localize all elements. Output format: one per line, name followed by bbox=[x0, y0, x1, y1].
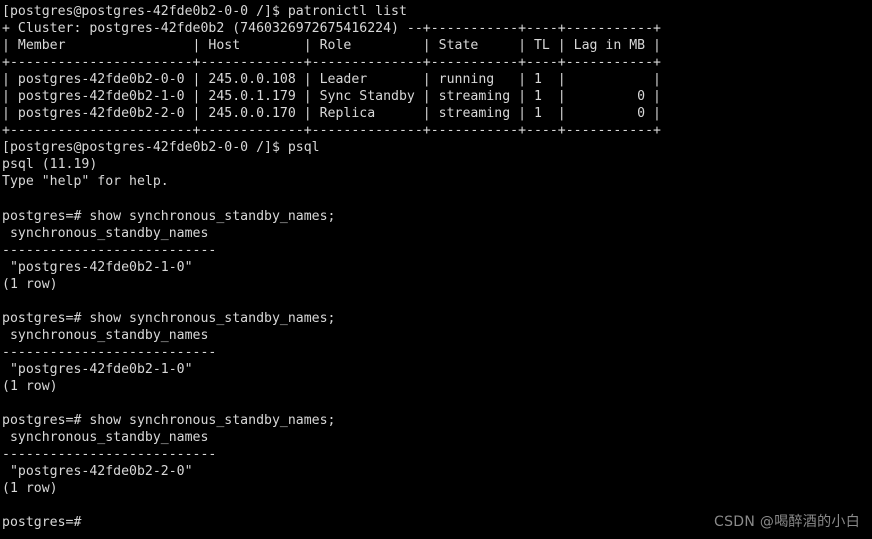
terminal-line: synchronous_standby_names bbox=[2, 327, 209, 343]
terminal-line: psql (11.19) bbox=[2, 157, 98, 173]
terminal-line: postgres=# show synchronous_standby_name… bbox=[2, 413, 336, 429]
terminal-line: (1 row) bbox=[2, 276, 58, 292]
terminal-line: | postgres-42fde0b2-0-0 | 245.0.0.108 | … bbox=[2, 72, 661, 88]
terminal-line: "postgres-42fde0b2-1-0" bbox=[2, 361, 193, 377]
terminal-line: --------------------------- bbox=[2, 447, 217, 463]
terminal-line: [postgres@postgres-42fde0b2-0-0 /]$ patr… bbox=[2, 4, 407, 19]
terminal-line: | postgres-42fde0b2-2-0 | 245.0.0.170 | … bbox=[2, 106, 661, 122]
terminal-line: "postgres-42fde0b2-1-0" bbox=[2, 259, 193, 275]
terminal-line: Type "help" for help. bbox=[2, 174, 169, 190]
terminal-line: (1 row) bbox=[2, 481, 58, 497]
terminal-line: "postgres-42fde0b2-2-0" bbox=[2, 464, 193, 480]
terminal-line: synchronous_standby_names bbox=[2, 430, 209, 446]
terminal-line: postgres=# bbox=[2, 515, 82, 531]
terminal-line: +-----------------------+-------------+-… bbox=[2, 123, 661, 139]
terminal-line: + Cluster: postgres-42fde0b2 (7460326972… bbox=[2, 21, 661, 37]
terminal-line: | Member | Host | Role | State | TL | La… bbox=[2, 38, 661, 54]
terminal-line: --------------------------- bbox=[2, 242, 217, 258]
terminal-line: [postgres@postgres-42fde0b2-0-0 /]$ psql bbox=[2, 140, 320, 156]
terminal-line: (1 row) bbox=[2, 379, 58, 395]
terminal-line: | postgres-42fde0b2-1-0 | 245.0.1.179 | … bbox=[2, 89, 661, 105]
terminal-line: postgres=# show synchronous_standby_name… bbox=[2, 208, 336, 224]
terminal-line: synchronous_standby_names bbox=[2, 225, 209, 241]
terminal-line: +-----------------------+-------------+-… bbox=[2, 55, 661, 71]
terminal-output[interactable]: [postgres@postgres-42fde0b2-0-0 /]$ patr… bbox=[0, 0, 872, 539]
terminal-line: --------------------------- bbox=[2, 344, 217, 360]
terminal-line: postgres=# show synchronous_standby_name… bbox=[2, 310, 336, 326]
